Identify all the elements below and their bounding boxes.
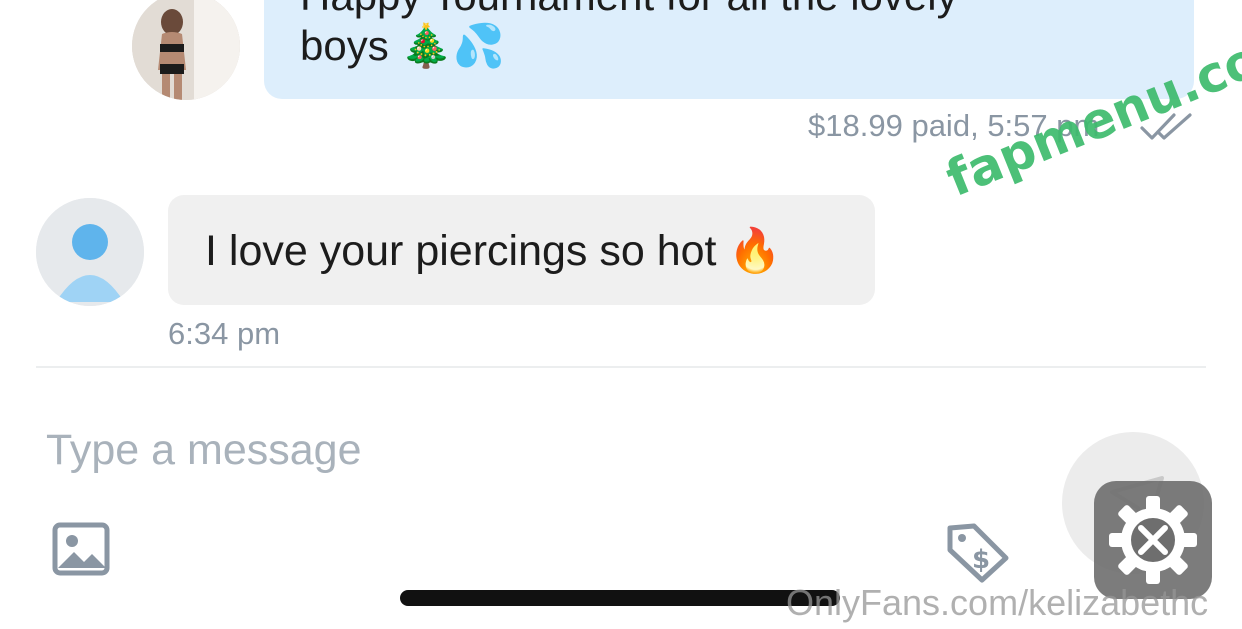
profile-photo bbox=[132, 0, 240, 100]
image-icon[interactable] bbox=[52, 522, 114, 580]
default-user-icon[interactable] bbox=[36, 198, 144, 306]
paid-label: paid, bbox=[911, 108, 979, 143]
message-price: $18.99 bbox=[808, 108, 903, 143]
incoming-message-text: I love your piercings so hot 🔥 bbox=[205, 227, 782, 275]
svg-text:$: $ bbox=[972, 545, 990, 575]
user-avatar-icon bbox=[36, 198, 144, 306]
message-input[interactable] bbox=[46, 420, 946, 480]
price-tag-icon[interactable]: $ bbox=[944, 520, 1012, 584]
incoming-time: 6:34 pm bbox=[168, 316, 281, 351]
sender-avatar[interactable] bbox=[132, 0, 240, 100]
source-watermark: OnlyFans.com/kelizabethc bbox=[786, 582, 1209, 623]
home-indicator bbox=[400, 590, 840, 606]
composer-divider bbox=[36, 366, 1206, 368]
outgoing-message-text: boys 🎄💦 bbox=[300, 22, 505, 69]
outgoing-message-text-partial: Happy Tournament for all the lovely bbox=[300, 0, 958, 20]
